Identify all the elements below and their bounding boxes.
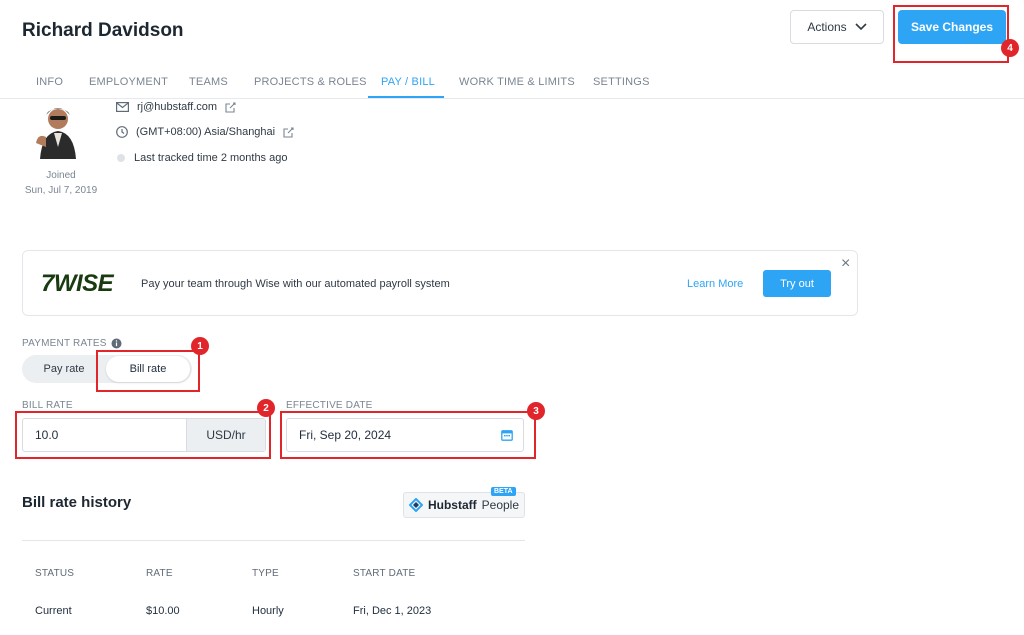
last-tracked-text: Last tracked time 2 months ago bbox=[134, 152, 288, 164]
status-dot-icon bbox=[117, 154, 125, 162]
avatar bbox=[36, 108, 76, 159]
joined-date: Sun, Jul 7, 2019 bbox=[24, 185, 98, 196]
wise-promo-text: Pay your team through Wise with our auto… bbox=[141, 278, 450, 290]
tab-work-time-limits[interactable]: WORK TIME & LIMITS bbox=[459, 76, 575, 88]
active-tab-indicator bbox=[368, 96, 444, 98]
email-row: rj@hubstaff.com bbox=[116, 101, 236, 113]
hubstaff-logo-icon bbox=[408, 498, 423, 512]
payment-rates-text: PAYMENT RATES bbox=[22, 338, 107, 349]
joined-info: Joined Sun, Jul 7, 2019 bbox=[22, 168, 100, 198]
annotation-badge-2: 2 bbox=[257, 399, 275, 417]
info-icon[interactable] bbox=[111, 338, 122, 349]
tab-employment[interactable]: EMPLOYMENT bbox=[89, 76, 168, 88]
table-cell-start-date: Fri, Dec 1, 2023 bbox=[353, 605, 432, 617]
wise-logo: 7WISE bbox=[41, 270, 114, 297]
annotation-badge-1: 1 bbox=[191, 337, 209, 355]
column-header-status: STATUS bbox=[35, 568, 75, 579]
annotation-badge-4: 4 bbox=[1001, 39, 1019, 57]
page-title: Richard Davidson bbox=[22, 20, 184, 41]
effective-date-label: EFFECTIVE DATE bbox=[286, 400, 373, 411]
close-icon[interactable]: × bbox=[841, 255, 850, 273]
email-text: rj@hubstaff.com bbox=[137, 101, 218, 113]
beta-badge: BETA bbox=[491, 487, 516, 496]
external-link-icon[interactable] bbox=[225, 101, 236, 113]
timezone-text: (GMT+08:00) Asia/Shanghai bbox=[136, 126, 276, 138]
column-header-rate: RATE bbox=[146, 568, 173, 579]
pay-rate-option[interactable]: Pay rate bbox=[22, 355, 106, 383]
table-cell-rate: $10.00 bbox=[146, 605, 180, 617]
tab-info[interactable]: INFO bbox=[36, 76, 63, 88]
actions-label: Actions bbox=[807, 20, 847, 34]
tab-teams[interactable]: TEAMS bbox=[189, 76, 228, 88]
people-brand: People bbox=[481, 498, 520, 512]
hubstaff-brand: Hubstaff bbox=[427, 498, 477, 512]
annotation-highlight-4 bbox=[893, 5, 1009, 63]
actions-dropdown-button[interactable]: Actions bbox=[790, 10, 884, 44]
column-header-type: TYPE bbox=[252, 568, 279, 579]
bill-rate-history-title: Bill rate history bbox=[22, 494, 132, 511]
try-out-button[interactable]: Try out bbox=[763, 270, 831, 297]
external-link-icon[interactable] bbox=[283, 126, 294, 138]
annotation-badge-3: 3 bbox=[527, 402, 545, 420]
tab-bar: INFO EMPLOYMENT TEAMS PROJECTS & ROLES P… bbox=[0, 66, 1024, 99]
bill-rate-field-label: BILL RATE bbox=[22, 400, 73, 411]
annotation-highlight-2 bbox=[15, 411, 271, 459]
joined-label: Joined bbox=[46, 170, 76, 181]
annotation-highlight-1 bbox=[96, 350, 200, 392]
learn-more-link[interactable]: Learn More bbox=[687, 278, 743, 290]
payment-rates-label: PAYMENT RATES bbox=[22, 338, 122, 349]
timezone-row: (GMT+08:00) Asia/Shanghai bbox=[116, 126, 294, 138]
mail-icon bbox=[116, 102, 129, 112]
column-header-start-date: START DATE bbox=[353, 568, 416, 579]
tab-settings[interactable]: SETTINGS bbox=[593, 76, 650, 88]
clock-icon bbox=[116, 126, 128, 138]
wise-promo-banner: 7WISE Pay your team through Wise with ou… bbox=[22, 250, 858, 316]
history-divider bbox=[22, 540, 525, 541]
annotation-highlight-3 bbox=[280, 411, 536, 459]
chevron-down-icon bbox=[855, 23, 867, 31]
table-cell-status: Current bbox=[35, 605, 72, 617]
tab-pay-bill[interactable]: PAY / BILL bbox=[381, 76, 435, 88]
last-tracked-row: Last tracked time 2 months ago bbox=[116, 152, 287, 164]
tab-projects-roles[interactable]: PROJECTS & ROLES bbox=[254, 76, 367, 88]
table-cell-type: Hourly bbox=[252, 605, 284, 617]
